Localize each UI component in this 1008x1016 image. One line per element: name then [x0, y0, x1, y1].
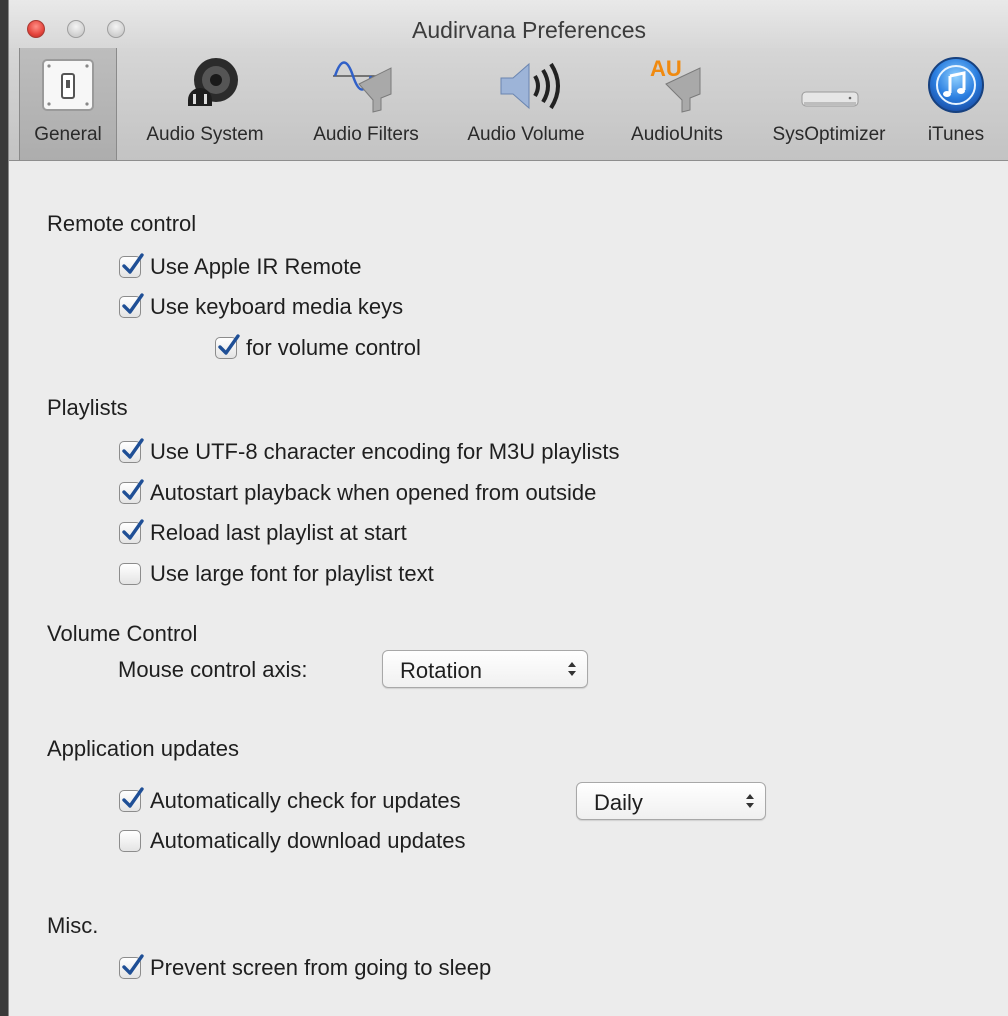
apple-ir-remote-checkbox[interactable]: Use Apple IR Remote	[119, 252, 362, 282]
tab-audio-system[interactable]: Audio System	[125, 48, 285, 160]
mouse-control-axis-popup[interactable]: Rotation	[382, 650, 588, 688]
keyboard-media-keys-label: Use keyboard media keys	[150, 294, 404, 319]
au-badge: AU	[650, 56, 682, 81]
checkmark-icon	[122, 293, 144, 314]
tab-audio-volume[interactable]: Audio Volume	[447, 48, 605, 160]
checkbox-box[interactable]	[119, 787, 144, 812]
utf8-encoding-label: Use UTF-8 character encoding for M3U pla…	[150, 439, 620, 464]
tab-general-label: General	[34, 124, 102, 145]
section-title-playlists: Playlists	[47, 395, 128, 420]
large-font-label: Use large font for playlist text	[150, 561, 434, 586]
updown-arrows-icon	[745, 791, 755, 816]
checkbox-box[interactable]	[119, 253, 144, 278]
speaker-plug-icon	[162, 54, 248, 125]
keyboard-media-keys-checkbox[interactable]: Use keyboard media keys	[119, 292, 403, 322]
checkbox-box[interactable]	[119, 479, 144, 504]
volume-control-keys-checkbox[interactable]: for volume control	[215, 333, 421, 363]
tab-audio-system-label: Audio System	[146, 124, 264, 145]
prevent-sleep-checkbox[interactable]: Prevent screen from going to sleep	[119, 953, 491, 983]
sine-wave-funnel-icon	[331, 54, 401, 125]
auto-check-updates-label: Automatically check for updates	[150, 788, 461, 813]
tab-sysoptimizer-label: SysOptimizer	[772, 124, 886, 145]
checkbox-box[interactable]	[119, 519, 144, 544]
tab-audio-filters-label: Audio Filters	[313, 124, 419, 145]
tab-itunes[interactable]: iTunes	[913, 48, 999, 160]
window-title: Audirvana Preferences	[412, 17, 646, 43]
itunes-icon	[925, 54, 987, 121]
section-title-volume-control: Volume Control	[47, 621, 198, 646]
checkbox-box[interactable]	[119, 954, 144, 979]
checkmark-icon	[122, 438, 144, 459]
autostart-playback-label: Autostart playback when opened from outs…	[150, 480, 597, 505]
update-frequency-popup[interactable]: Daily	[576, 782, 766, 820]
auto-download-updates-label: Automatically download updates	[150, 828, 466, 853]
checkbox-box[interactable]	[119, 293, 144, 318]
tab-audio-volume-label: Audio Volume	[467, 124, 585, 145]
reload-last-playlist-checkbox[interactable]: Reload last playlist at start	[119, 518, 407, 548]
auto-download-updates-checkbox[interactable]: Automatically download updates	[119, 826, 466, 856]
checkmark-icon	[122, 787, 144, 808]
reload-last-playlist-label: Reload last playlist at start	[150, 520, 407, 545]
checkmark-icon	[122, 519, 144, 540]
update-frequency-value: Daily	[594, 790, 643, 815]
autostart-playback-checkbox[interactable]: Autostart playback when opened from outs…	[119, 478, 596, 508]
checkbox-box[interactable]	[119, 563, 141, 585]
tab-itunes-label: iTunes	[927, 124, 985, 145]
volume-speaker-icon	[491, 54, 561, 125]
apple-ir-remote-label: Use Apple IR Remote	[150, 254, 362, 279]
checkbox-box[interactable]	[119, 438, 144, 463]
general-pane: Remote control Use Apple IR Remote Use k…	[9, 161, 1008, 1016]
checkmark-icon	[122, 253, 144, 274]
preferences-toolbar: General Audio System Audio Filters Audio…	[9, 48, 1008, 161]
checkmark-icon	[218, 334, 240, 355]
tab-sysoptimizer[interactable]: SysOptimizer	[751, 48, 907, 160]
tab-general[interactable]: General	[19, 48, 117, 160]
tab-audio-filters[interactable]: Audio Filters	[293, 48, 439, 160]
section-title-remote-control: Remote control	[47, 211, 197, 236]
updown-arrows-icon	[567, 659, 577, 684]
large-font-checkbox[interactable]: Use large font for playlist text	[119, 559, 434, 589]
au-funnel-icon: AU	[642, 54, 712, 125]
preferences-window: Audirvana Preferences General Audio Syst…	[8, 0, 1008, 1016]
checkbox-box[interactable]	[215, 334, 240, 359]
checkbox-box[interactable]	[119, 830, 141, 852]
general-switch-icon	[37, 54, 99, 121]
tab-audiounits[interactable]: AU AudioUnits	[613, 48, 741, 160]
mac-mini-icon	[794, 54, 864, 125]
mouse-control-axis-label: Mouse control axis:	[118, 657, 308, 682]
section-title-application-updates: Application updates	[47, 736, 240, 761]
volume-control-keys-label: for volume control	[246, 335, 421, 360]
utf8-encoding-checkbox[interactable]: Use UTF-8 character encoding for M3U pla…	[119, 437, 620, 467]
section-title-misc: Misc.	[47, 913, 99, 938]
checkmark-icon	[122, 479, 144, 500]
tab-audiounits-label: AudioUnits	[631, 124, 723, 145]
checkmark-icon	[122, 954, 144, 975]
mouse-control-axis-value: Rotation	[400, 658, 482, 683]
prevent-sleep-label: Prevent screen from going to sleep	[150, 955, 492, 980]
auto-check-updates-checkbox[interactable]: Automatically check for updates	[119, 786, 461, 816]
